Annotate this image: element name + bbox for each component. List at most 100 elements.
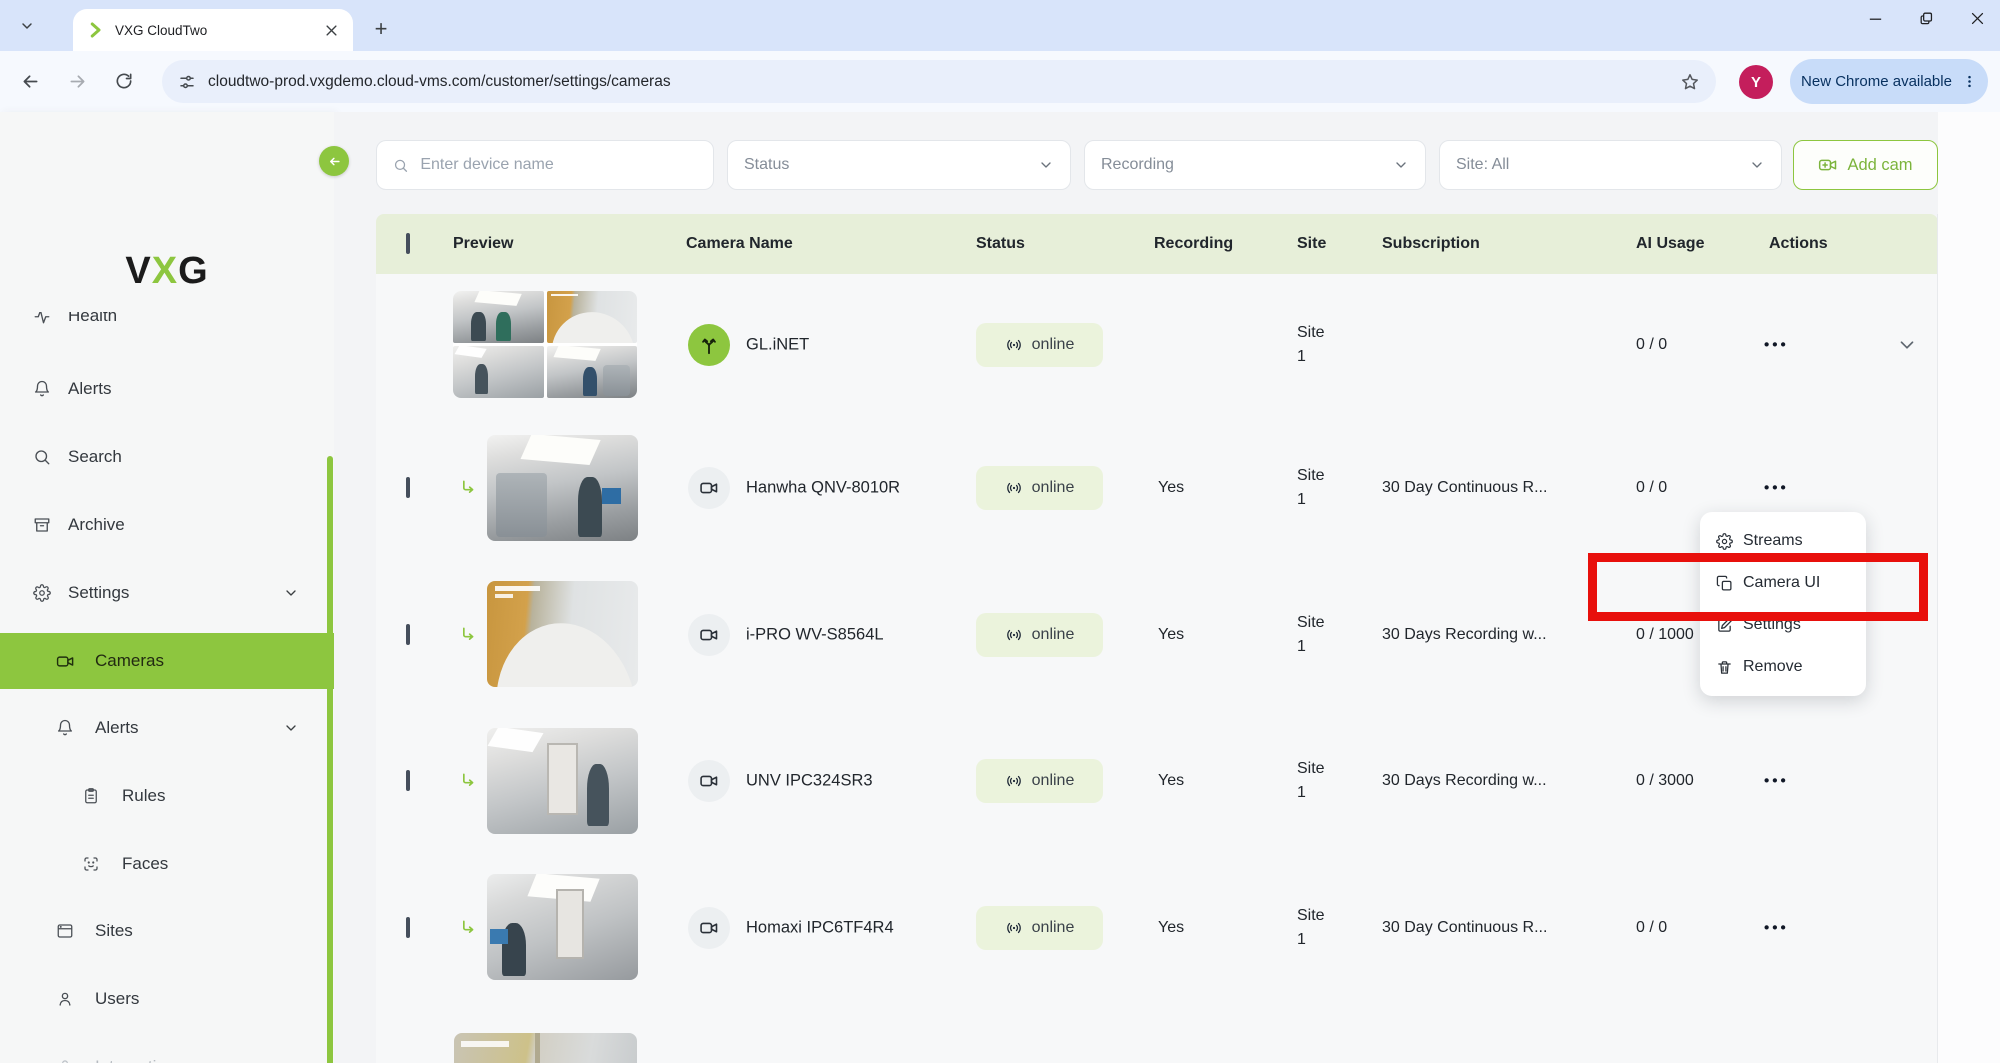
gear-icon bbox=[33, 584, 51, 602]
bell-icon bbox=[33, 380, 51, 398]
annotation-highlight-box bbox=[1588, 553, 1928, 621]
camera-preview-thumbnail[interactable] bbox=[487, 874, 638, 980]
row-actions-button[interactable]: ••• bbox=[1764, 773, 1789, 790]
sidebar-collapse-button[interactable] bbox=[319, 146, 349, 176]
sidebar-item-integrations[interactable]: Integrations bbox=[0, 1040, 334, 1063]
row-actions-button[interactable]: ••• bbox=[1764, 336, 1789, 353]
sidebar-item-users[interactable]: Users bbox=[0, 972, 334, 1026]
tab-close-icon[interactable] bbox=[324, 23, 339, 38]
broadcast-icon bbox=[1005, 919, 1023, 937]
sidebar-nav: Health Alerts Search Archive Settings bbox=[0, 312, 334, 1063]
expand-row-chevron-icon[interactable] bbox=[1896, 334, 1918, 356]
camera-preview-thumbnail bbox=[453, 291, 544, 343]
video-camera-icon bbox=[56, 652, 74, 670]
table-row: UNV IPC324SR3 online Yes Site1 30 Days R… bbox=[376, 708, 1938, 855]
status-badge: online bbox=[976, 906, 1103, 950]
sidebar-item-rules[interactable]: Rules bbox=[0, 769, 334, 823]
face-scan-icon bbox=[82, 855, 100, 873]
row-checkbox[interactable] bbox=[406, 919, 410, 937]
health-icon bbox=[33, 312, 51, 325]
sidebar-item-sites[interactable]: Sites bbox=[0, 904, 334, 958]
kebab-menu-icon[interactable] bbox=[1962, 74, 1977, 89]
camera-name: Hanwha QNV-8010R bbox=[746, 479, 900, 498]
search-icon bbox=[393, 157, 408, 174]
broadcast-icon bbox=[1005, 772, 1023, 790]
subscription-value: 30 Day Continuous R... bbox=[1382, 479, 1547, 497]
subscription-value: 30 Days Recording w... bbox=[1382, 772, 1547, 790]
chevron-down-icon bbox=[1749, 157, 1765, 173]
sidebar-item-cameras[interactable]: Cameras bbox=[0, 633, 334, 689]
window-restore-icon[interactable] bbox=[1918, 10, 1935, 27]
site-value: Site1 bbox=[1297, 904, 1325, 952]
header-site: Site bbox=[1297, 235, 1326, 253]
camera-preview-thumbnail[interactable] bbox=[487, 435, 638, 541]
window-close-icon[interactable] bbox=[1969, 10, 1986, 27]
subdevice-branch-icon bbox=[458, 478, 478, 498]
site-settings-icon[interactable] bbox=[178, 73, 196, 91]
subdevice-branch-icon bbox=[458, 918, 478, 938]
sidebar-item-alerts[interactable]: Alerts bbox=[0, 362, 334, 416]
sidebar-item-archive[interactable]: Archive bbox=[0, 498, 334, 552]
window-minimize-icon[interactable] bbox=[1867, 10, 1884, 27]
recording-filter-dropdown[interactable]: Recording bbox=[1084, 140, 1426, 190]
trash-icon bbox=[1716, 659, 1733, 676]
recording-value: Yes bbox=[1158, 772, 1184, 790]
status-badge: online bbox=[976, 613, 1103, 657]
device-search-input[interactable] bbox=[418, 155, 697, 175]
recording-value: Yes bbox=[1158, 479, 1184, 497]
sidebar-item-search[interactable]: Search bbox=[0, 430, 334, 484]
header-subscription: Subscription bbox=[1382, 235, 1480, 253]
camera-preview-thumbnail[interactable] bbox=[454, 1033, 637, 1063]
header-preview: Preview bbox=[453, 235, 513, 253]
camera-name: GL.iNET bbox=[746, 335, 809, 354]
reload-button[interactable] bbox=[104, 61, 144, 101]
site-window-icon bbox=[56, 922, 74, 940]
sidebar-item-settings[interactable]: Settings bbox=[0, 566, 334, 620]
app-window: VXG CloudTwo + cloudtwo-prod.vxgdemo.clo… bbox=[0, 0, 2000, 1063]
ai-usage-value: 0 / 3000 bbox=[1636, 772, 1694, 790]
sidebar-item-faces[interactable]: Faces bbox=[0, 837, 334, 891]
site-value: Site1 bbox=[1297, 757, 1325, 805]
browser-tab[interactable]: VXG CloudTwo bbox=[73, 9, 353, 51]
forward-button[interactable] bbox=[57, 61, 97, 101]
sidebar-item-alerts-sub[interactable]: Alerts bbox=[0, 701, 334, 755]
table-row: Homaxi IPC6TF4R4 online Yes Site1 30 Day… bbox=[376, 854, 1938, 1002]
row-actions-button[interactable]: ••• bbox=[1764, 480, 1789, 497]
table-row bbox=[376, 1001, 1938, 1063]
site-filter-dropdown[interactable]: Site: All bbox=[1439, 140, 1782, 190]
subscription-value: 30 Days Recording w... bbox=[1382, 626, 1547, 644]
camera-preview-grid[interactable] bbox=[453, 291, 637, 398]
profile-avatar[interactable]: Y bbox=[1739, 65, 1773, 99]
menu-item-remove[interactable]: Remove bbox=[1700, 646, 1866, 688]
device-search-field[interactable] bbox=[376, 140, 714, 190]
vxg-favicon-icon bbox=[87, 21, 105, 39]
select-all-checkbox[interactable] bbox=[406, 235, 410, 253]
row-checkbox[interactable] bbox=[406, 479, 410, 497]
url-bar[interactable]: cloudtwo-prod.vxgdemo.cloud-vms.com/cust… bbox=[162, 60, 1716, 103]
row-checkbox[interactable] bbox=[406, 626, 410, 644]
subdevice-branch-icon bbox=[458, 771, 478, 791]
camera-preview-thumbnail bbox=[547, 346, 638, 398]
search-icon bbox=[33, 448, 51, 466]
tab-search-button[interactable] bbox=[12, 11, 42, 41]
row-checkbox[interactable] bbox=[406, 772, 410, 790]
add-cam-button[interactable]: Add cam bbox=[1793, 140, 1938, 190]
camera-preview-thumbnail[interactable] bbox=[487, 728, 638, 834]
back-button[interactable] bbox=[10, 61, 50, 101]
sidebar-scrollbar[interactable] bbox=[327, 456, 333, 1063]
chevron-down-icon bbox=[1393, 157, 1409, 173]
chrome-update-button[interactable]: New Chrome available bbox=[1790, 59, 1988, 104]
bookmark-star-icon[interactable] bbox=[1680, 72, 1700, 92]
camera-preview-thumbnail[interactable] bbox=[487, 581, 638, 687]
status-filter-dropdown[interactable]: Status bbox=[727, 140, 1071, 190]
subscription-value: 30 Day Continuous R... bbox=[1382, 919, 1547, 937]
main-right-gutter bbox=[1938, 112, 2000, 1063]
sidebar-item-health[interactable]: Health bbox=[0, 312, 334, 343]
gear-icon bbox=[1716, 533, 1733, 550]
ai-usage-value: 0 / 0 bbox=[1636, 919, 1667, 937]
new-tab-button[interactable]: + bbox=[366, 14, 396, 44]
row-actions-button[interactable]: ••• bbox=[1764, 919, 1789, 936]
add-camera-icon bbox=[1818, 155, 1838, 175]
chevron-down-icon bbox=[1038, 157, 1054, 173]
integrations-icon bbox=[56, 1058, 74, 1063]
